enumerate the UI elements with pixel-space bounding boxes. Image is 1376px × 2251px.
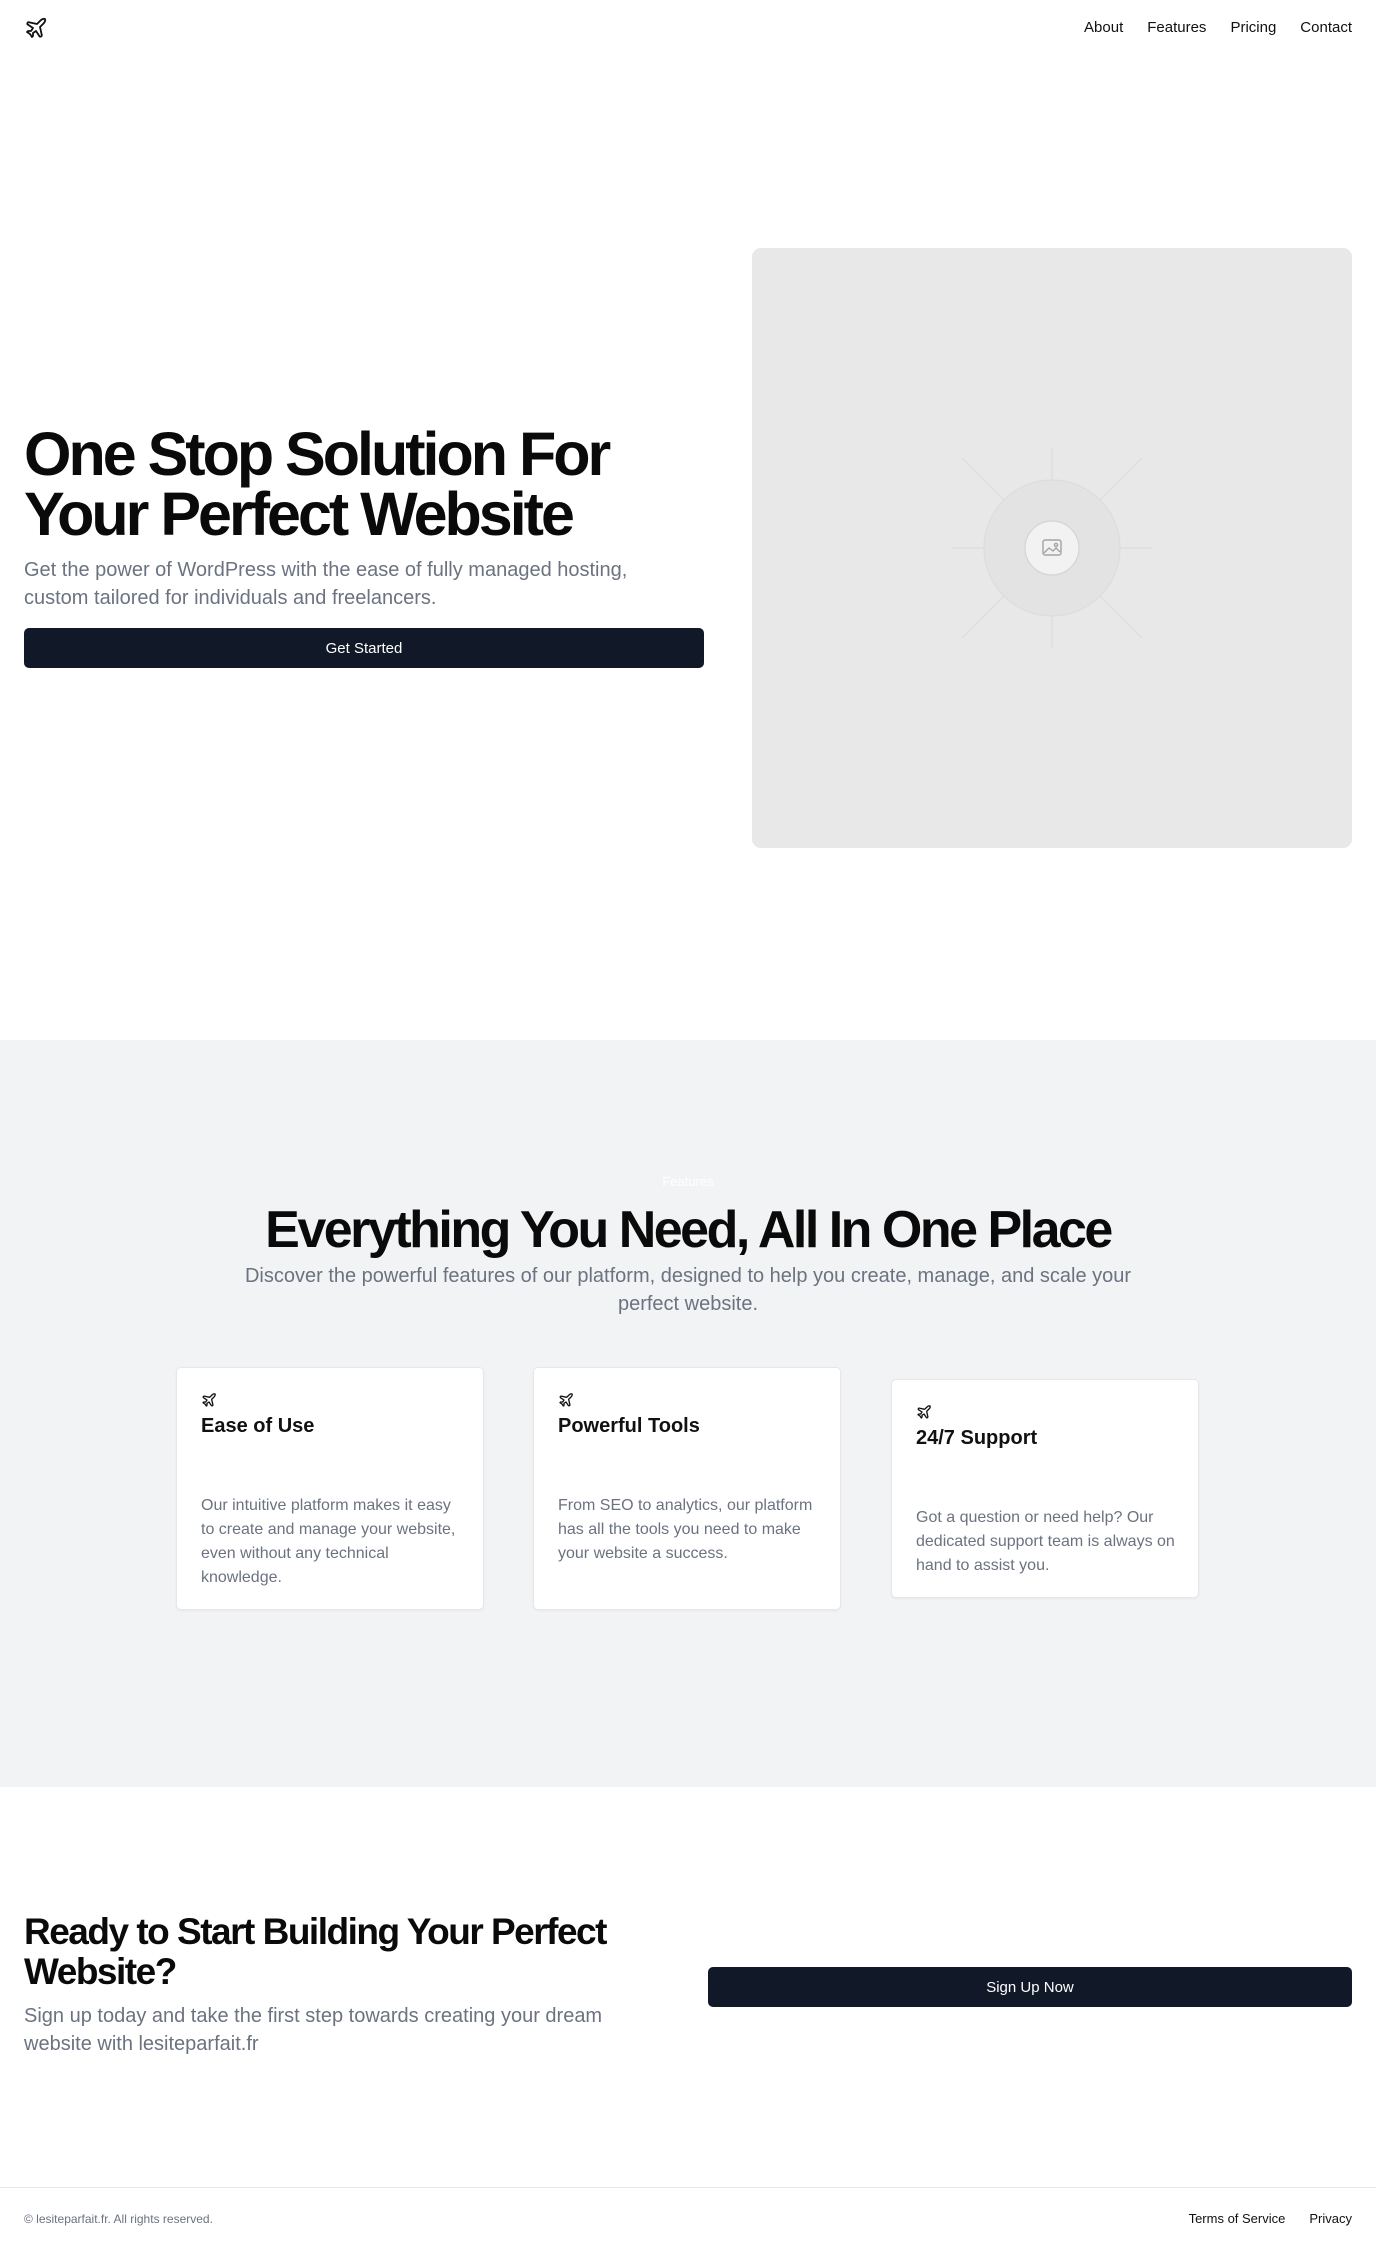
image-placeholder-icon [952, 448, 1152, 648]
copyright-text: © lesiteparfait.fr. All rights reserved. [24, 2212, 213, 2226]
terms-of-service-link[interactable]: Terms of Service [1189, 2211, 1286, 2226]
feature-card-support: 24/7 Support Got a question or need help… [891, 1379, 1199, 1598]
feature-card-text: Our intuitive platform makes it easy to … [201, 1497, 456, 1586]
feature-card-powerful-tools: Powerful Tools From SEO to analytics, ou… [533, 1367, 841, 1610]
plane-icon [201, 1392, 217, 1408]
get-started-button[interactable]: Get Started [24, 628, 704, 668]
nav-about-link[interactable]: About [1084, 19, 1123, 36]
features-kicker: Features [662, 1174, 714, 1189]
feature-card-title: Ease of Use [201, 1415, 315, 1437]
feature-card-title: Powerful Tools [558, 1415, 700, 1437]
hero-title: One Stop Solution For Your Perfect Websi… [24, 420, 611, 548]
footer-links: Terms of Service Privacy [1189, 2211, 1352, 2226]
cta-subtitle: Sign up today and take the first step to… [24, 2005, 603, 2055]
features-subtitle: Discover the powerful features of our pl… [244, 1265, 1132, 1315]
feature-card-text: From SEO to analytics, our platform has … [558, 1497, 813, 1562]
nav-features-link[interactable]: Features [1147, 19, 1206, 36]
hero-subtitle: Get the power of WordPress with the ease… [24, 559, 628, 609]
privacy-link[interactable]: Privacy [1309, 2211, 1352, 2226]
hero-image-placeholder [752, 248, 1352, 848]
footer-divider [0, 2187, 1376, 2188]
feature-card-ease-of-use: Ease of Use Our intuitive platform makes… [176, 1367, 484, 1610]
main-nav: About Features Pricing Contact [1084, 19, 1352, 36]
plane-icon [916, 1404, 932, 1420]
logo-plane-icon[interactable] [24, 16, 48, 40]
feature-card-title: 24/7 Support [916, 1427, 1038, 1449]
nav-pricing-link[interactable]: Pricing [1230, 19, 1276, 36]
nav-contact-link[interactable]: Contact [1300, 19, 1352, 36]
features-title: Everything You Need, All In One Place [265, 1201, 1113, 1259]
feature-card-text: Got a question or need help? Our dedicat… [916, 1509, 1175, 1574]
sign-up-button[interactable]: Sign Up Now [708, 1967, 1352, 2007]
plane-icon [558, 1392, 574, 1408]
cta-title: Ready to Start Building Your Perfect Web… [24, 1911, 607, 1992]
